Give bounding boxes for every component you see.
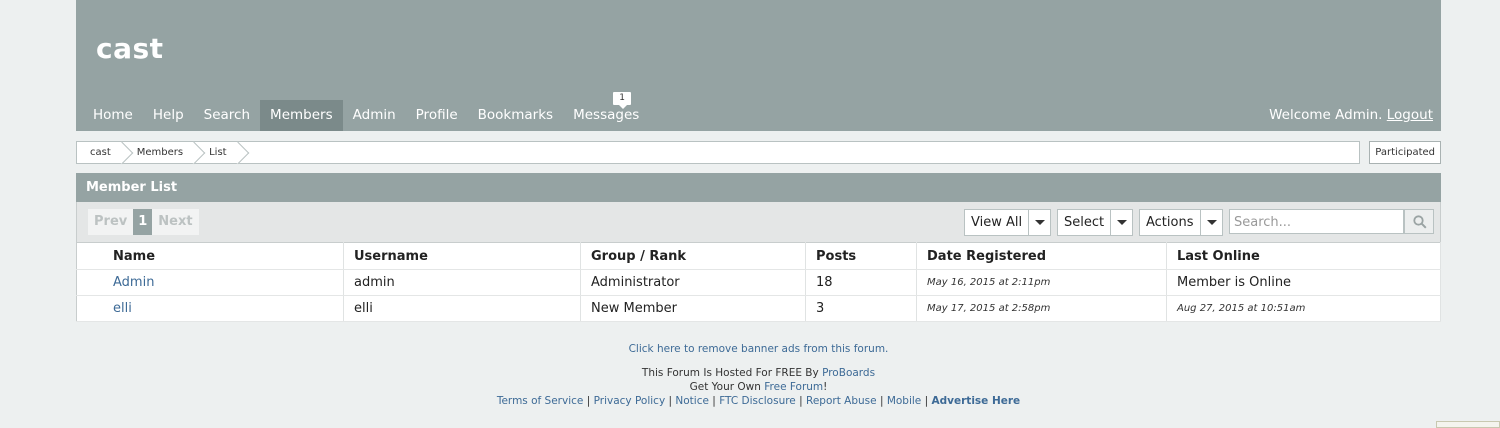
nav-messages[interactable]: Messages 1: [563, 92, 649, 131]
breadcrumb-list[interactable]: List: [196, 142, 239, 163]
report-abuse-link[interactable]: Report Abuse: [806, 395, 877, 407]
main-nav: Home Help Search Members Admin Profile B…: [83, 92, 649, 131]
pagination: Prev 1 Next: [88, 209, 199, 235]
nav-profile[interactable]: Profile: [406, 100, 468, 131]
column-username[interactable]: Username: [343, 242, 581, 270]
prev-page-button[interactable]: Prev: [88, 209, 134, 235]
member-date-registered: May 16, 2015 at 2:11pm: [916, 269, 1167, 296]
remove-ads-line: Click here to remove banner ads from thi…: [76, 342, 1441, 356]
view-all-dropdown[interactable]: View All: [964, 209, 1052, 236]
chevron-down-icon: [1111, 210, 1132, 235]
page-footer: Click here to remove banner ads from thi…: [76, 342, 1441, 408]
member-name-link[interactable]: elli: [76, 295, 344, 322]
nav-help[interactable]: Help: [143, 100, 194, 131]
mobile-link[interactable]: Mobile: [887, 395, 921, 407]
nav-admin[interactable]: Admin: [343, 100, 406, 131]
member-posts: 18: [805, 269, 917, 296]
member-list-panel: Member List Prev 1 Next View All Select …: [76, 173, 1441, 322]
actions-dropdown[interactable]: Actions: [1139, 209, 1223, 236]
get-own-text: Get Your Own: [689, 381, 761, 393]
table-header-row: Name Username Group / Rank Posts Date Re…: [76, 242, 1441, 270]
search-icon: [1413, 215, 1427, 229]
welcome-text: Welcome Admin.: [1269, 107, 1383, 123]
select-label: Select: [1058, 210, 1112, 235]
advertise-link[interactable]: Advertise Here: [932, 395, 1021, 407]
member-last-online: Member is Online: [1166, 269, 1441, 296]
logout-link[interactable]: Logout: [1387, 107, 1433, 123]
column-group[interactable]: Group / Rank: [580, 242, 806, 270]
free-forum-suffix: !: [823, 381, 828, 393]
list-controls: Prev 1 Next View All Select Actions Sear…: [76, 202, 1441, 242]
nav-members[interactable]: Members: [260, 100, 343, 131]
footer-links: Terms of Service | Privacy Policy | Noti…: [76, 394, 1441, 408]
member-posts: 3: [805, 295, 917, 322]
members-table: Name Username Group / Rank Posts Date Re…: [76, 242, 1441, 322]
corner-widget[interactable]: [1436, 421, 1500, 428]
footer-separator: |: [924, 395, 929, 407]
column-last-online[interactable]: Last Online: [1166, 242, 1441, 270]
footer-separator: |: [712, 395, 716, 407]
search-input[interactable]: Search...: [1229, 209, 1404, 234]
table-row: elli elli New Member 3 May 17, 2015 at 2…: [76, 295, 1441, 322]
next-page-button[interactable]: Next: [152, 209, 199, 235]
member-date-registered: May 17, 2015 at 2:58pm: [916, 295, 1167, 322]
panel-title: Member List: [76, 173, 1441, 202]
terms-link[interactable]: Terms of Service: [497, 395, 584, 407]
footer-separator: |: [668, 395, 673, 407]
current-page[interactable]: 1: [133, 209, 153, 235]
view-all-label: View All: [965, 210, 1030, 235]
ftc-link[interactable]: FTC Disclosure: [719, 395, 796, 407]
hosted-by-line: This Forum Is Hosted For FREE By ProBoar…: [76, 366, 1441, 380]
messages-count-badge: 1: [613, 92, 632, 109]
hosted-by-text: This Forum Is Hosted For FREE By: [641, 367, 819, 379]
member-group: New Member: [580, 295, 806, 322]
page-wrapper: cast Home Help Search Members Admin Prof…: [76, 0, 1441, 322]
participated-button[interactable]: Participated: [1369, 141, 1441, 164]
select-dropdown[interactable]: Select: [1057, 209, 1134, 236]
member-name-link[interactable]: Admin: [76, 269, 344, 296]
privacy-link[interactable]: Privacy Policy: [594, 395, 666, 407]
member-username: elli: [343, 295, 581, 322]
welcome-area: Welcome Admin. Logout: [1269, 100, 1433, 131]
member-group: Administrator: [580, 269, 806, 296]
nav-bookmarks[interactable]: Bookmarks: [468, 100, 563, 131]
proboards-link[interactable]: ProBoards: [822, 367, 875, 379]
footer-separator: |: [799, 395, 803, 407]
forum-header: cast Home Help Search Members Admin Prof…: [76, 0, 1441, 131]
footer-separator: |: [586, 395, 591, 407]
chevron-down-icon: [1029, 210, 1050, 235]
remove-ads-link[interactable]: Click here to remove banner ads from thi…: [629, 343, 889, 355]
footer-spacer: [76, 356, 1441, 366]
breadcrumb-members[interactable]: Members: [124, 142, 196, 163]
chevron-down-icon: [1201, 210, 1222, 235]
member-username: admin: [343, 269, 581, 296]
free-forum-line: Get Your Own Free Forum!: [76, 380, 1441, 394]
actions-label: Actions: [1140, 210, 1201, 235]
free-forum-link[interactable]: Free Forum: [764, 381, 823, 393]
search-button[interactable]: [1404, 209, 1434, 234]
notice-link[interactable]: Notice: [675, 395, 709, 407]
member-last-online: Aug 27, 2015 at 10:51am: [1166, 295, 1441, 322]
nav-messages-label: Messages: [573, 107, 640, 123]
breadcrumb: cast Members List: [76, 141, 1360, 164]
column-date-registered[interactable]: Date Registered: [916, 242, 1167, 270]
column-posts[interactable]: Posts: [805, 242, 917, 270]
breadcrumb-cast[interactable]: cast: [77, 142, 124, 163]
nav-home[interactable]: Home: [83, 100, 143, 131]
table-row: Admin admin Administrator 18 May 16, 201…: [76, 269, 1441, 296]
site-title[interactable]: cast: [96, 32, 164, 65]
column-name[interactable]: Name: [76, 242, 344, 270]
nav-search[interactable]: Search: [194, 100, 260, 131]
footer-separator: |: [879, 395, 884, 407]
